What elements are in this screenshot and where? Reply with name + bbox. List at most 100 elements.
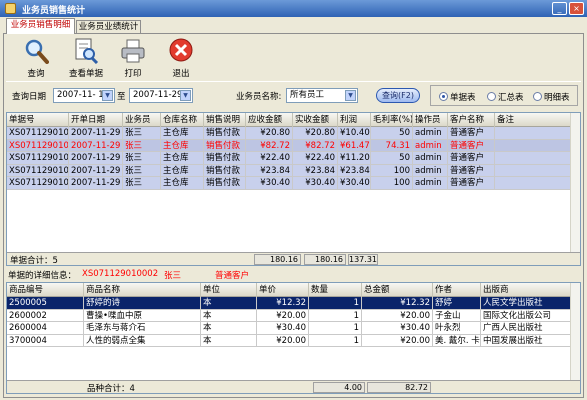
table-row[interactable]: XS0711290100012007-11-29 张三 主仓库 销售付款 ¥20.80 ¥… <box>7 127 572 140</box>
radio-detail-table-label: 明细表 <box>544 93 570 103</box>
table-cell: 张三 <box>125 165 143 176</box>
table-cell: 国际文化出版公司 <box>483 310 552 321</box>
staff-dropdown-icon[interactable]: ▼ <box>345 90 356 101</box>
date-to-picker[interactable]: 2007-11-29 ▼ <box>129 88 193 103</box>
table-cell: 1 <box>353 323 359 334</box>
query-button[interactable]: 查询 <box>16 38 56 79</box>
table-cell: 张三 <box>125 128 143 138</box>
table-row[interactable]: 2500005 舒婷的诗 本 ¥12.32 1 ¥12.32 舒婷 人民文学出版社 <box>7 297 572 310</box>
column-header[interactable]: 单位 <box>201 283 257 297</box>
column-header[interactable]: 总金额 <box>362 283 433 297</box>
orders-scrollbar[interactable] <box>570 113 580 252</box>
date-label: 查询日期 <box>12 92 47 102</box>
table-cell: 本 <box>203 335 212 346</box>
column-header[interactable]: 操作员 <box>413 113 448 127</box>
table-cell: ¥20.00 <box>400 310 430 321</box>
column-header[interactable]: 备注 <box>495 113 572 127</box>
column-header[interactable]: 商品名称 <box>84 283 201 297</box>
table-cell: ¥30.40 <box>340 178 370 189</box>
column-header[interactable]: 业务员 <box>123 113 161 127</box>
column-header[interactable]: 作者 <box>433 283 481 297</box>
table-cell: 广西人民出版社 <box>483 323 543 334</box>
radio-document-table[interactable] <box>439 92 448 101</box>
table-row[interactable]: XS0711290100052007-11-29 张三 主仓库 销售付款 ¥30.40 ¥… <box>7 177 572 190</box>
details-scrollbar[interactable] <box>570 283 580 380</box>
table-cell: XS071129010004 <box>9 165 69 176</box>
table-row[interactable]: XS0711290100042007-11-29 张三 主仓库 销售付款 ¥23.84 ¥… <box>7 164 572 178</box>
column-header[interactable]: 单价 <box>257 283 309 297</box>
table-cell: 1 <box>353 298 359 308</box>
radio-detail-table[interactable] <box>533 92 542 101</box>
tab-sales-detail[interactable]: 业务员销售明细 <box>6 18 75 34</box>
table-row[interactable]: XS0711290100032007-11-29 张三 主仓库 销售付款 ¥22.40 ¥… <box>7 152 572 165</box>
table-cell: 2600004 <box>9 323 47 334</box>
table-cell: ¥30.40 <box>260 178 290 189</box>
column-header[interactable]: 实收金额 <box>293 113 338 127</box>
radio-summary-table-label: 汇总表 <box>498 93 524 103</box>
table-cell: ¥61.47 <box>340 140 370 151</box>
view-mode-group: 单据表 汇总表 明细表 <box>430 85 578 106</box>
table-cell: 主仓库 <box>163 153 189 164</box>
column-header[interactable]: 开单日期 <box>69 113 123 127</box>
column-header[interactable]: 客户名称 <box>448 113 495 127</box>
details-table[interactable]: 商品编号 商品名称 单位 单价 数量 总金额 作者 出版商 2500005 舒婷的诗本 ¥12.3… <box>6 282 581 394</box>
date-to-value: 2007-11-29 <box>133 90 183 100</box>
table-cell: 普通客户 <box>450 178 485 189</box>
table-cell: ¥30.40 <box>276 323 306 334</box>
detail-order-no: XS071129010002 <box>82 269 159 279</box>
radio-summary-table[interactable] <box>487 92 496 101</box>
print-button[interactable]: 打印 <box>113 38 153 79</box>
table-cell: 2500005 <box>9 298 47 308</box>
column-header[interactable]: 销售说明 <box>204 113 246 127</box>
table-cell: ¥23.84 <box>340 165 370 176</box>
table-cell: 张三 <box>125 153 143 164</box>
orders-total-received: 180.16 <box>304 254 346 265</box>
table-cell: ¥10.40 <box>340 128 370 138</box>
column-header[interactable]: 仓库名称 <box>161 113 204 127</box>
column-header[interactable]: 利润 <box>338 113 371 127</box>
table-cell: 美. 戴尔. 卡耐基 <box>435 335 481 346</box>
table-cell: 本 <box>203 298 212 308</box>
staff-label: 业务员名称: <box>236 92 282 102</box>
date-from-picker[interactable]: 2007-11- 1 ▼ <box>53 88 115 103</box>
table-cell: 销售付款 <box>206 165 241 176</box>
table-cell: ¥20.00 <box>276 310 306 321</box>
table-cell: admin <box>415 128 442 138</box>
orders-count: 单据合计：5 <box>10 256 58 266</box>
table-cell: ¥11.20 <box>340 153 370 164</box>
table-cell: 主仓库 <box>163 165 189 176</box>
tab-performance[interactable]: 业务员业绩统计 <box>76 20 141 34</box>
staff-select[interactable]: 所有员工 ▼ <box>286 88 358 103</box>
minimize-button[interactable]: _ <box>552 2 567 15</box>
table-row[interactable]: 2600004 毛泽东与蒋介石 本 ¥30.40 1 ¥30.40 叶永烈 广西人民出版社 <box>7 322 572 335</box>
column-header[interactable]: 商品编号 <box>7 283 84 297</box>
close-button[interactable]: × <box>569 2 584 15</box>
exit-button[interactable]: 退出 <box>161 38 201 79</box>
table-cell: 销售付款 <box>206 140 241 151</box>
table-cell: ¥82.72 <box>260 140 290 151</box>
table-cell: 2007-11-29 <box>71 153 121 164</box>
table-cell: ¥20.00 <box>276 335 306 346</box>
column-header[interactable]: 毛利率(%) <box>371 113 413 127</box>
table-cell: ¥30.40 <box>400 323 430 334</box>
table-cell: 100 <box>393 165 410 176</box>
table-cell: ¥20.80 <box>260 128 290 138</box>
view-document-button[interactable]: 查看单据 <box>64 38 108 79</box>
table-cell: 中国发展出版社 <box>483 335 543 346</box>
query-f2-button[interactable]: 查询(F2) <box>376 88 420 103</box>
table-cell: 子金山 <box>435 310 461 321</box>
column-header[interactable]: 单据号 <box>7 113 69 127</box>
table-cell: 普通客户 <box>450 128 485 138</box>
date-to-dropdown-icon[interactable]: ▼ <box>180 90 191 101</box>
orders-table[interactable]: 单据号 开单日期 业务员 仓库名称 销售说明 应收金额 实收金额 利润 毛利率(%) 操作员 客户名… <box>6 112 581 266</box>
table-row[interactable]: 3700004 人性的弱点全集 本 ¥20.00 1 ¥20.00 美. 戴尔. 卡耐基中国… <box>7 334 572 348</box>
column-header[interactable]: 应收金额 <box>246 113 293 127</box>
table-row[interactable]: 2600002 曹操•喋血中原 本 ¥20.00 1 ¥20.00 子金山 国际文化出版公司 <box>7 309 572 323</box>
orders-summary: 单据合计：5 180.16 180.16 137.31 <box>7 252 580 265</box>
table-cell: 主仓库 <box>163 178 189 189</box>
date-from-value: 2007-11- 1 <box>57 90 104 100</box>
date-from-dropdown-icon[interactable]: ▼ <box>102 90 113 101</box>
column-header[interactable]: 数量 <box>309 283 362 297</box>
column-header[interactable]: 出版商 <box>481 283 572 297</box>
table-row[interactable]: XS0711290100022007-11-29 张三 主仓库 销售付款 ¥82.72 ¥… <box>7 139 572 153</box>
